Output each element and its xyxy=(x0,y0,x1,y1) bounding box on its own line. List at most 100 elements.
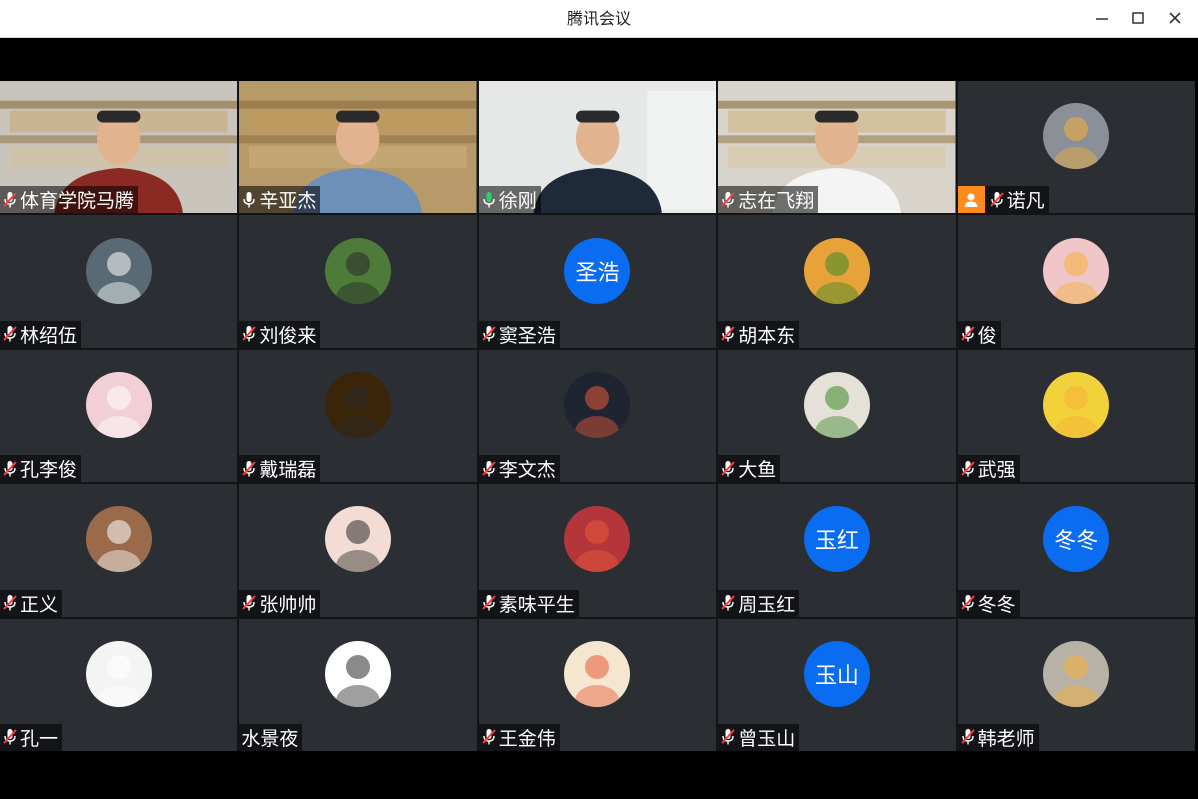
participant-name: 周玉红 xyxy=(738,593,796,616)
mic-muted-icon xyxy=(241,594,257,612)
participant-tile[interactable]: 俊 xyxy=(957,215,1195,348)
mic-speaking-icon xyxy=(481,191,497,209)
participant-name: 林绍伍 xyxy=(20,324,78,347)
avatar xyxy=(85,237,152,304)
mic-muted-icon xyxy=(720,325,736,343)
participant-name-label: 武强 xyxy=(957,455,1020,483)
participant-tile[interactable]: 水景夜 xyxy=(239,618,477,751)
avatar xyxy=(803,237,870,304)
participant-name-label: 王金伟 xyxy=(478,723,560,751)
participant-name-label: 体育学院马腾 xyxy=(0,186,139,214)
participant-tile[interactable]: 武强 xyxy=(957,349,1195,483)
participant-name-label: 韩老师 xyxy=(957,723,1039,751)
close-button[interactable] xyxy=(1160,4,1190,32)
participant-name-label: 林绍伍 xyxy=(0,320,82,348)
minimize-button[interactable] xyxy=(1087,4,1117,32)
participant-name-label: 辛亚杰 xyxy=(239,186,321,214)
participant-tile[interactable]: 李文杰 xyxy=(478,349,717,483)
participant-name: 诺凡 xyxy=(1006,190,1045,213)
participant-name-label: 冬冬 xyxy=(957,589,1020,617)
mic-muted-icon xyxy=(2,460,18,478)
participant-name: 辛亚杰 xyxy=(259,190,317,213)
mic-muted-icon xyxy=(2,728,18,746)
participant-tile[interactable]: 诺凡 xyxy=(957,81,1195,214)
participant-tile[interactable]: 正义 xyxy=(0,484,238,617)
participant-tile[interactable]: 辛亚杰 xyxy=(239,81,477,214)
participant-name: 戴瑞磊 xyxy=(259,459,317,482)
participant-tile[interactable]: 圣浩 窦圣浩 xyxy=(478,215,717,348)
participant-name-label: 周玉红 xyxy=(718,589,800,617)
avatar xyxy=(85,506,152,573)
avatar xyxy=(564,506,631,573)
participant-tile[interactable]: 孔李俊 xyxy=(0,349,238,483)
mic-muted-icon xyxy=(481,594,497,612)
participant-name-label: 孔李俊 xyxy=(0,455,82,483)
mic-icon xyxy=(241,191,257,209)
participant-name: 王金伟 xyxy=(498,727,556,750)
avatar xyxy=(325,640,392,707)
mic-muted-icon xyxy=(481,728,497,746)
avatar xyxy=(803,371,870,438)
participant-name: 体育学院马腾 xyxy=(20,190,135,213)
participant-tile[interactable]: 王金伟 xyxy=(478,618,717,751)
participant-tile[interactable]: 大鱼 xyxy=(718,349,956,483)
participant-tile[interactable]: 素味平生 xyxy=(478,484,717,617)
mic-muted-icon xyxy=(2,325,18,343)
participant-tile[interactable]: 胡本东 xyxy=(718,215,956,348)
participant-tile[interactable]: 玉山 曾玉山 xyxy=(718,618,956,751)
participant-tile[interactable]: 徐刚 xyxy=(478,81,717,214)
participant-name: 俊 xyxy=(977,324,997,347)
participant-name-label: 素味平生 xyxy=(478,589,579,617)
participant-name-label: 诺凡 xyxy=(957,186,1049,214)
avatar xyxy=(1043,103,1110,170)
initials-avatar: 玉红 xyxy=(803,506,870,573)
mic-muted-icon xyxy=(241,325,257,343)
avatar xyxy=(1043,237,1110,304)
participant-tile[interactable]: 韩老师 xyxy=(957,618,1195,751)
participant-name: 张帅帅 xyxy=(259,593,317,616)
maximize-button[interactable] xyxy=(1123,4,1153,32)
mic-muted-icon xyxy=(2,594,18,612)
participant-name-label: 徐刚 xyxy=(478,186,541,214)
participant-name-label: 孔一 xyxy=(0,723,63,751)
participant-name: 大鱼 xyxy=(738,459,777,482)
participant-name: 孔一 xyxy=(20,727,59,750)
mic-muted-icon xyxy=(960,460,976,478)
participant-name: 刘俊来 xyxy=(259,324,317,347)
participant-name-label: 张帅帅 xyxy=(239,589,321,617)
participant-tile[interactable]: 刘俊来 xyxy=(239,215,477,348)
maximize-icon xyxy=(1132,12,1144,24)
participant-name: 窦圣浩 xyxy=(498,324,556,347)
mic-muted-icon xyxy=(720,460,736,478)
mic-muted-icon xyxy=(481,325,497,343)
participant-name-label: 窦圣浩 xyxy=(478,320,560,348)
participant-name: 正义 xyxy=(20,593,59,616)
participant-name: 曾玉山 xyxy=(738,727,796,750)
participant-name: 胡本东 xyxy=(738,324,796,347)
avatar xyxy=(85,640,152,707)
avatar xyxy=(85,371,152,438)
participant-name: 孔李俊 xyxy=(20,459,78,482)
mic-muted-icon xyxy=(989,191,1005,209)
participant-tile[interactable]: 体育学院马腾 xyxy=(0,81,238,214)
participant-tile[interactable]: 玉红 周玉红 xyxy=(718,484,956,617)
avatar xyxy=(325,506,392,573)
minimize-icon xyxy=(1096,18,1108,20)
mic-muted-icon xyxy=(960,728,976,746)
participant-name: 冬冬 xyxy=(977,593,1016,616)
participant-name-label: 水景夜 xyxy=(239,723,303,751)
participant-tile[interactable]: 孔一 xyxy=(0,618,238,751)
title-bar: 腾讯会议 xyxy=(0,0,1198,38)
participant-grid: 体育学院马腾 辛亚杰 徐刚 志在飞翔诺凡林绍伍 刘俊来 圣浩 窦圣浩 胡本东 俊孔李俊 戴瑞磊 李文… xyxy=(0,81,1195,751)
mic-muted-icon xyxy=(720,594,736,612)
participant-name: 水景夜 xyxy=(241,727,299,750)
participant-name-label: 俊 xyxy=(957,320,1001,348)
mic-muted-icon xyxy=(720,191,736,209)
participant-tile[interactable]: 冬冬 冬冬 xyxy=(957,484,1195,617)
participant-name: 李文杰 xyxy=(498,459,556,482)
participant-name: 韩老师 xyxy=(977,727,1035,750)
participant-tile[interactable]: 志在飞翔 xyxy=(718,81,956,214)
participant-tile[interactable]: 戴瑞磊 xyxy=(239,349,477,483)
participant-tile[interactable]: 张帅帅 xyxy=(239,484,477,617)
participant-tile[interactable]: 林绍伍 xyxy=(0,215,238,348)
